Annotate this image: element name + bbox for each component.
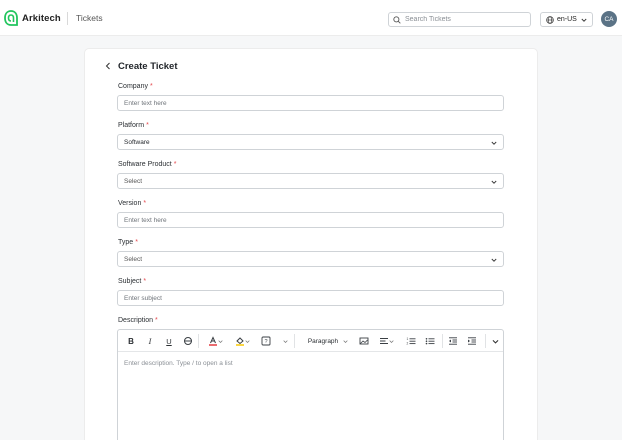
chevron-down-icon — [581, 18, 587, 22]
chevron-down-icon — [491, 180, 497, 184]
required-marker: * — [143, 200, 147, 207]
required-marker: * — [149, 83, 153, 90]
description-placeholder: Enter description. Type / to open a list — [124, 360, 233, 367]
chevron-down-icon — [244, 339, 250, 343]
chevron-down-icon — [388, 339, 394, 343]
paragraph-style-dropdown[interactable]: Paragraph — [304, 335, 352, 347]
image-button[interactable] — [358, 335, 370, 347]
strikethrough-button[interactable] — [183, 335, 193, 347]
bold-button[interactable]: B — [126, 335, 136, 347]
page-title: Create Ticket — [118, 61, 178, 72]
required-marker: * — [135, 239, 138, 246]
chevron-down-icon — [217, 339, 223, 343]
indent-button[interactable] — [466, 335, 478, 347]
svg-text:1: 1 — [407, 337, 409, 341]
highlight-button[interactable] — [233, 335, 251, 347]
brand-logo[interactable]: Arkitech — [4, 10, 61, 26]
back-arrow-icon[interactable] — [104, 62, 112, 70]
underline-button[interactable]: U — [164, 335, 174, 347]
editor-toolbar: B I U ? Paragraph 1 2 — [118, 330, 503, 352]
bullet-list-icon — [425, 338, 435, 345]
indent-icon — [468, 337, 476, 345]
search-box[interactable] — [388, 12, 531, 27]
locale-selector[interactable]: en-US — [540, 12, 593, 27]
company-label: Company * — [118, 83, 153, 90]
search-icon — [393, 15, 401, 24]
special-char-button[interactable]: ? — [261, 335, 271, 347]
description-editor[interactable]: B I U ? Paragraph 1 2 Enter description.… — [117, 329, 504, 440]
software-product-select[interactable]: Select — [117, 173, 504, 189]
svg-text:2: 2 — [407, 342, 409, 346]
toolbar-divider — [442, 334, 443, 348]
required-marker: * — [173, 161, 177, 168]
italic-button[interactable]: I — [145, 335, 155, 347]
locale-label: en-US — [557, 16, 577, 23]
top-bar: Arkitech Tickets en-US CA — [0, 0, 622, 36]
arkitech-logo-icon — [4, 10, 18, 26]
highlight-icon — [235, 337, 244, 346]
toolbar-divider — [294, 334, 295, 348]
text-color-button[interactable] — [206, 335, 224, 347]
type-value: Select — [124, 255, 143, 263]
company-input[interactable] — [117, 95, 504, 111]
platform-value: Software — [124, 138, 150, 146]
chevron-down-icon — [343, 339, 348, 343]
align-button[interactable] — [377, 335, 395, 347]
header-divider — [67, 12, 68, 25]
chevron-down-icon — [282, 339, 288, 343]
platform-label: Platform * — [118, 122, 149, 129]
software-product-label: Software Product * — [118, 161, 177, 168]
user-avatar[interactable]: CA — [601, 11, 617, 27]
globe-icon — [546, 15, 554, 24]
align-icon — [379, 338, 388, 344]
version-input[interactable] — [117, 212, 504, 228]
toolbar-divider — [198, 334, 199, 348]
required-marker: * — [155, 317, 158, 324]
numbered-list-button[interactable]: 12 — [405, 335, 417, 347]
subject-input[interactable] — [117, 290, 504, 306]
toolbar-divider — [485, 334, 486, 348]
subject-label: Subject * — [118, 278, 147, 285]
brand-name: Arkitech — [22, 12, 61, 24]
special-char-icon: ? — [261, 336, 271, 346]
svg-text:?: ? — [264, 339, 267, 345]
strikethrough-icon — [184, 337, 192, 345]
expand-toolbar-button[interactable] — [491, 335, 499, 347]
image-icon — [359, 337, 369, 345]
description-label: Description * — [118, 317, 158, 324]
outdent-button[interactable] — [447, 335, 459, 347]
type-select[interactable]: Select — [117, 251, 504, 267]
platform-select[interactable]: Software — [117, 134, 504, 150]
breadcrumb-tickets[interactable]: Tickets — [76, 13, 103, 23]
chevron-down-icon — [492, 339, 498, 344]
numbered-list-icon: 12 — [407, 337, 416, 346]
version-label: Version * — [118, 200, 147, 207]
chevron-down-icon — [491, 141, 497, 145]
search-input[interactable] — [405, 13, 525, 26]
more-options-button[interactable] — [281, 335, 289, 347]
required-marker: * — [146, 122, 149, 129]
outdent-icon — [449, 337, 457, 345]
type-label: Type * — [118, 239, 138, 246]
software-product-value: Select — [124, 177, 143, 185]
bullet-list-button[interactable] — [424, 335, 436, 347]
required-marker: * — [143, 278, 147, 285]
text-color-icon — [208, 336, 217, 346]
chevron-down-icon — [491, 258, 497, 262]
